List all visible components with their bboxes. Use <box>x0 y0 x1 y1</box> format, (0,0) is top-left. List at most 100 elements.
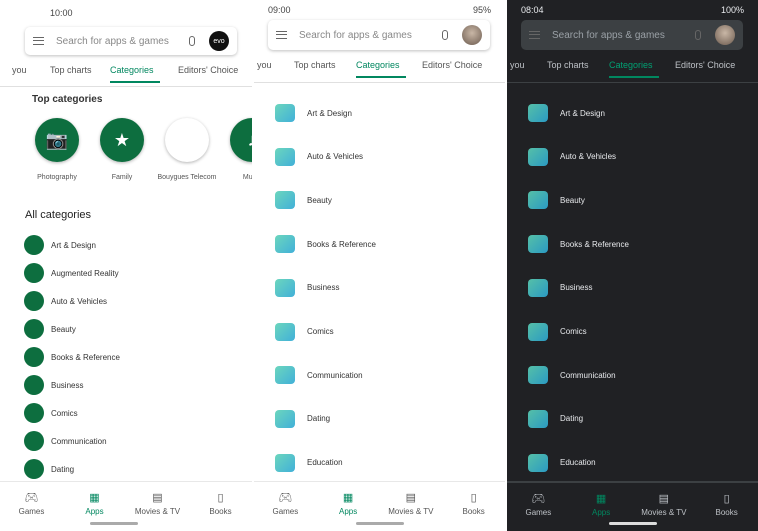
hamburger-menu-icon[interactable] <box>529 31 540 39</box>
tab-editors-choice[interactable]: Editors' Choice <box>178 65 238 75</box>
apps-grid-icon: ▦ <box>342 492 354 504</box>
all-categories-heading: All categories <box>25 209 92 221</box>
category-item[interactable]: Communication <box>528 366 616 385</box>
category-icon <box>24 235 44 255</box>
nav-label: Apps <box>592 508 611 517</box>
gesture-handle[interactable] <box>90 522 138 525</box>
nav-label: Games <box>525 508 552 517</box>
category-item[interactable]: Beauty <box>24 319 76 339</box>
tab-bar: you Top charts Categories Editors' Choice <box>0 65 252 81</box>
search-bar[interactable]: Search for apps & games <box>268 20 490 50</box>
category-item[interactable]: Auto & Vehicles <box>24 291 107 311</box>
microphone-icon[interactable] <box>189 36 195 46</box>
gesture-handle[interactable] <box>356 522 404 525</box>
tab-you[interactable]: you <box>510 60 525 70</box>
account-avatar[interactable] <box>462 25 482 45</box>
category-icon <box>528 409 548 428</box>
category-icon <box>528 322 548 341</box>
search-input[interactable]: Search for apps & games <box>56 36 189 47</box>
nav-books[interactable]: ▯ Books <box>444 482 504 531</box>
category-icon <box>24 347 44 367</box>
top-category[interactable]: ♪ Music <box>217 118 252 181</box>
category-label: Comics <box>307 327 334 336</box>
tab-categories[interactable]: Categories <box>356 60 400 70</box>
search-bar[interactable]: Search for apps & games <box>521 20 743 50</box>
tab-editors-choice[interactable]: Editors' Choice <box>422 60 482 70</box>
nav-label: Movies & TV <box>134 507 181 516</box>
category-item[interactable]: Art & Design <box>275 104 352 122</box>
nav-label: Movies & TV <box>388 507 434 516</box>
category-item[interactable]: Communication <box>275 366 363 385</box>
category-item[interactable]: Dating <box>24 459 74 479</box>
category-item[interactable]: Comics <box>24 403 78 423</box>
category-icon <box>275 366 295 385</box>
gesture-handle[interactable] <box>609 522 657 525</box>
category-item[interactable]: Education <box>275 453 343 472</box>
gamepad-icon: 🎮︎ <box>24 492 39 504</box>
top-category[interactable]: Bouygues Telecom <box>152 118 222 181</box>
tab-top-charts[interactable]: Top charts <box>547 60 589 70</box>
category-item[interactable]: Comics <box>528 322 587 341</box>
category-label: Books & Reference <box>307 239 376 249</box>
category-item[interactable]: Dating <box>275 409 330 428</box>
nav-games[interactable]: 🎮︎ Games <box>508 483 568 531</box>
nav-label: Books <box>715 508 738 517</box>
account-avatar[interactable]: evo <box>209 31 229 51</box>
category-label: Beauty <box>307 195 332 205</box>
category-item[interactable]: Education <box>528 453 596 472</box>
category-item[interactable]: Dating <box>528 409 583 428</box>
category-icon <box>24 431 44 451</box>
nav-books[interactable]: ▯ Books <box>191 482 251 531</box>
top-category[interactable]: 📷 Photography <box>22 118 92 181</box>
nav-games[interactable]: 🎮︎ Games <box>255 482 315 531</box>
tab-editors-choice[interactable]: Editors' Choice <box>675 60 735 70</box>
microphone-icon[interactable] <box>695 30 701 40</box>
category-icon <box>24 319 44 339</box>
category-item[interactable]: Comics <box>275 322 334 341</box>
category-label: Beauty <box>560 195 585 205</box>
tab-categories[interactable]: Categories <box>110 65 154 75</box>
category-item[interactable]: Auto & Vehicles <box>528 147 616 166</box>
tab-top-charts[interactable]: Top charts <box>50 65 92 75</box>
tab-you[interactable]: you <box>12 65 27 75</box>
category-item[interactable]: Books & Reference <box>24 347 120 367</box>
category-item[interactable]: Communication <box>24 431 107 451</box>
nav-books[interactable]: ▯ Books <box>697 483 757 531</box>
hamburger-menu-icon[interactable] <box>33 37 44 45</box>
category-label: Comics <box>560 327 587 336</box>
category-item[interactable]: Books & Reference <box>275 235 376 254</box>
top-category-label: Music <box>242 174 252 181</box>
account-avatar[interactable] <box>715 25 735 45</box>
category-icon <box>528 104 548 122</box>
category-item[interactable]: Beauty <box>275 191 332 210</box>
tab-you[interactable]: you <box>257 60 272 70</box>
category-item[interactable]: Augmented Reality <box>24 263 119 283</box>
category-icon <box>528 191 548 210</box>
category-item[interactable]: Art & Design <box>528 104 605 122</box>
category-item[interactable]: Books & Reference <box>528 235 629 254</box>
category-item[interactable]: Beauty <box>528 191 585 210</box>
tab-divider <box>507 82 758 83</box>
nav-games[interactable]: 🎮︎ Games <box>2 482 62 531</box>
bouygues-logo <box>165 118 209 162</box>
search-bar[interactable]: Search for apps & games evo <box>25 27 237 55</box>
tab-categories[interactable]: Categories <box>609 60 653 70</box>
category-label: Art & Design <box>51 240 96 250</box>
category-icon <box>275 191 295 210</box>
category-item[interactable]: Auto & Vehicles <box>275 147 363 166</box>
hamburger-menu-icon[interactable] <box>276 31 287 39</box>
category-item[interactable]: Business <box>275 278 339 297</box>
top-category[interactable]: ★ Family <box>87 118 157 181</box>
status-bar: 09:00 95% <box>268 5 491 15</box>
status-icons: 95% <box>472 5 491 15</box>
tab-divider <box>0 86 252 87</box>
tab-top-charts[interactable]: Top charts <box>294 60 336 70</box>
category-item[interactable]: Business <box>528 278 592 297</box>
search-input[interactable]: Search for apps & games <box>299 30 442 41</box>
category-item[interactable]: Business <box>24 375 83 395</box>
category-item[interactable]: Art & Design <box>24 235 96 255</box>
category-label: Art & Design <box>560 108 605 118</box>
gamepad-icon: 🎮︎ <box>278 492 293 504</box>
microphone-icon[interactable] <box>442 30 448 40</box>
search-input[interactable]: Search for apps & games <box>552 30 695 41</box>
